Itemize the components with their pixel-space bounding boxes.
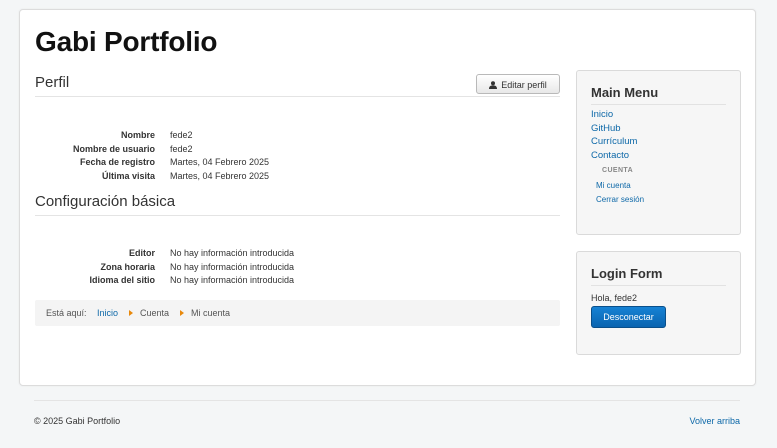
field-label: Nombre <box>120 130 155 140</box>
user-icon <box>489 76 498 96</box>
menu-item-cerrar-sesion[interactable]: Cerrar sesión <box>596 195 644 204</box>
breadcrumb: Está aquí: Inicio Cuenta Mi cuenta <box>35 300 560 326</box>
config-row-language: Idioma del sitio No hay información intr… <box>35 275 560 289</box>
config-details: Editor No hay información introducida Zo… <box>35 248 560 289</box>
breadcrumb-item-account: Cuenta <box>140 308 170 318</box>
profile-row-last-visit: Última visita Martes, 04 Febrero 2025 <box>35 171 560 185</box>
config-row-timezone: Zona horaria No hay información introduc… <box>35 262 560 276</box>
main-menu-module: Main Menu Inicio GitHub Currículum Conta… <box>576 70 741 235</box>
config-heading: Configuración básica <box>35 193 176 210</box>
menu-item-curriculum[interactable]: Currículum <box>591 136 637 147</box>
logout-button[interactable]: Desconectar <box>591 306 666 328</box>
profile-heading: Perfil <box>35 74 70 91</box>
config-row-editor: Editor No hay información introducida <box>35 248 560 262</box>
breadcrumb-prefix: Está aquí: <box>46 308 87 318</box>
menu-item-mi-cuenta[interactable]: Mi cuenta <box>596 181 631 190</box>
field-value: fede2 <box>170 130 193 140</box>
edit-profile-label: Editar perfil <box>501 80 547 90</box>
profile-row-username: Nombre de usuario fede2 <box>35 144 560 158</box>
field-label: Zona horaria <box>100 261 155 272</box>
field-label: Fecha de registro <box>79 157 155 167</box>
breadcrumb-separator-icon <box>129 310 133 316</box>
main-menu-title: Main Menu <box>591 85 659 100</box>
login-form-module: Login Form Hola, fede2 Desconectar <box>576 251 741 355</box>
field-label: Idioma del sitio <box>89 275 155 285</box>
menu-item-inicio[interactable]: Inicio <box>591 109 613 120</box>
config-section-header: Configuración básica <box>35 191 560 216</box>
page-container: Gabi Portfolio Perfil Editar perfil Nomb… <box>19 9 756 386</box>
field-value: Martes, 04 Febrero 2025 <box>170 157 270 167</box>
breadcrumb-item-current: Mi cuenta <box>191 308 231 318</box>
menu-item-github[interactable]: GitHub <box>591 123 621 134</box>
site-title[interactable]: Gabi Portfolio <box>35 26 218 58</box>
field-value: Martes, 04 Febrero 2025 <box>170 170 270 181</box>
main-content: Perfil Editar perfil Nombre fede2 Nombre… <box>35 72 560 285</box>
login-greeting: Hola, fede2 <box>591 293 638 303</box>
footer-divider <box>34 400 740 401</box>
field-value: No hay información introducida <box>170 275 295 285</box>
profile-details: Nombre fede2 Nombre de usuario fede2 Fec… <box>35 130 560 184</box>
field-label: Editor <box>129 248 155 258</box>
edit-profile-button[interactable]: Editar perfil <box>476 74 560 94</box>
breadcrumb-separator-icon <box>180 310 184 316</box>
menu-category-cuenta: CUENTA <box>602 167 634 174</box>
field-label: Última visita <box>101 170 155 181</box>
field-value: fede2 <box>170 143 193 154</box>
profile-row-name: Nombre fede2 <box>35 130 560 144</box>
login-form-title: Login Form <box>591 266 663 281</box>
back-to-top-link[interactable]: Volver arriba <box>689 416 740 426</box>
breadcrumb-home-link[interactable]: Inicio <box>97 308 118 318</box>
field-value: No hay información introducida <box>170 261 295 272</box>
footer-copyright: © 2025 Gabi Portfolio <box>34 416 121 426</box>
divider <box>591 285 726 286</box>
menu-item-contacto[interactable]: Contacto <box>591 150 629 161</box>
field-label: Nombre de usuario <box>72 143 155 154</box>
profile-row-registration: Fecha de registro Martes, 04 Febrero 202… <box>35 157 560 171</box>
divider <box>591 104 726 105</box>
profile-section-header: Perfil Editar perfil <box>35 72 560 97</box>
field-value: No hay información introducida <box>170 248 295 258</box>
